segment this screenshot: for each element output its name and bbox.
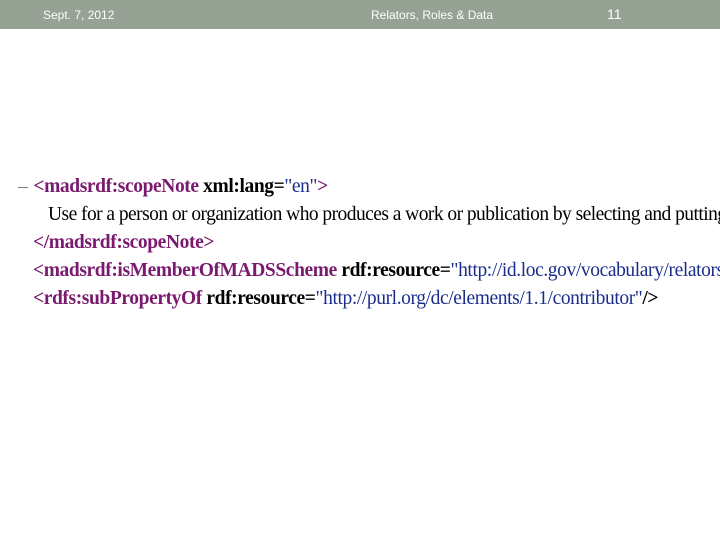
xml-attribute-value: "http://purl.org/dc/elements/1.1/contrib… <box>315 288 643 309</box>
collapse-dash-icon[interactable]: – <box>18 176 28 197</box>
xml-attribute: xml:lang= <box>198 176 285 197</box>
xml-tag: <rdfs:subPropertyOf <box>33 288 202 309</box>
xml-tag: <madsrdf:scopeNote <box>33 176 199 197</box>
xml-attribute: rdf:resource= <box>336 260 451 281</box>
xml-line-scopenote-text: Use for a person or organization who pro… <box>48 200 720 230</box>
xml-tag-end: > <box>317 176 328 197</box>
xml-closing-tag: </madsrdf:scopeNote> <box>33 232 215 253</box>
xml-attribute-value: "http://id.loc.gov/vocabulary/relators" <box>450 260 720 281</box>
xml-line-member-of-scheme: <madsrdf:isMemberOfMADSScheme rdf:resour… <box>33 256 720 286</box>
xml-line-scopenote-close: </madsrdf:scopeNote> <box>33 228 214 258</box>
xml-attribute: rdf:resource= <box>201 288 316 309</box>
xml-tag-end: /> <box>642 288 659 309</box>
xml-line-scopenote-open: – <madsrdf:scopeNote xml:lang="en"> <box>18 172 328 202</box>
header-bar: Sept. 7, 2012 Relators, Roles & Data 11 <box>0 0 720 29</box>
xml-attribute-value: "en" <box>284 176 318 197</box>
scope-note-text: Use for a person or organization who pro… <box>48 204 720 225</box>
slide-page-number: 11 <box>607 6 622 22</box>
slide-header-title: Relators, Roles & Data <box>371 8 494 22</box>
slide-date: Sept. 7, 2012 <box>43 8 115 22</box>
slide: Sept. 7, 2012 Relators, Roles & Data 11 … <box>0 0 720 540</box>
xml-line-subproperty-of: <rdfs:subPropertyOf rdf:resource="http:/… <box>33 284 659 314</box>
xml-tag: <madsrdf:isMemberOfMADSScheme <box>33 260 337 281</box>
